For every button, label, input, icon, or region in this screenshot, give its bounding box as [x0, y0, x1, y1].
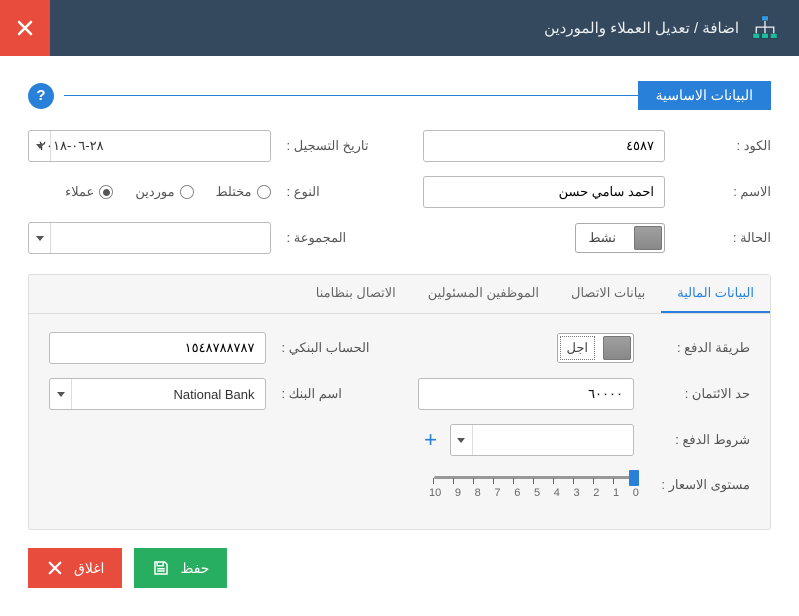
label-status: الحالة :: [681, 230, 771, 246]
name-input[interactable]: [423, 176, 666, 208]
label-name: الاسم :: [681, 184, 771, 200]
titlebar: اضافة / تعديل العملاء والموردين: [0, 0, 799, 56]
tab-contact[interactable]: بيانات الاتصال: [555, 275, 661, 313]
radio-suppliers[interactable]: موردين: [135, 184, 193, 200]
tab-staff[interactable]: الموظفين المسئولين: [412, 275, 555, 313]
section-badge: البيانات الاساسية: [638, 81, 771, 110]
tab-system[interactable]: الاتصال بنظامنا: [300, 275, 412, 313]
bank-account-input[interactable]: [49, 332, 266, 364]
slider-labels: 10 9 8 7 6 5 4 3 2 1 0: [429, 487, 639, 499]
group-combo[interactable]: [28, 222, 271, 254]
label-bank-name: اسم البنك :: [282, 386, 402, 402]
help-button[interactable]: ?: [28, 83, 54, 109]
slider-thumb[interactable]: [629, 470, 639, 486]
pay-method-text: اجل: [560, 336, 596, 360]
close-icon: [46, 559, 64, 577]
label-code: الكود :: [681, 138, 771, 154]
radio-mixed-label: مختلط: [216, 184, 252, 200]
radio-customers-label: عملاء: [65, 184, 94, 200]
chevron-down-icon: [29, 131, 51, 161]
save-button[interactable]: حفظ: [134, 548, 227, 588]
plus-icon: +: [424, 427, 437, 453]
label-pay-terms: شروط الدفع :: [650, 432, 750, 448]
toggle-knob: [603, 336, 631, 360]
label-type: النوع :: [287, 184, 407, 200]
label-price-level: مستوى الاسعار :: [650, 477, 750, 493]
radio-customers[interactable]: عملاء: [65, 184, 113, 200]
chevron-down-icon: [451, 425, 473, 455]
tab-financial[interactable]: البيانات المالية: [661, 275, 770, 313]
label-credit-limit: حد الائتمان :: [650, 386, 750, 402]
bank-name-value: National Bank: [50, 387, 265, 402]
save-icon: [152, 559, 170, 577]
bank-name-combo[interactable]: National Bank: [49, 378, 266, 410]
label-pay-method: طريقة الدفع :: [650, 340, 750, 356]
radio-suppliers-label: موردين: [135, 184, 174, 200]
hierarchy-icon: [751, 14, 779, 42]
tab-row: البيانات المالية بيانات الاتصال الموظفين…: [29, 275, 770, 314]
question-icon: ?: [36, 87, 45, 104]
window-title: اضافة / تعديل العملاء والموردين: [544, 19, 739, 37]
chevron-down-icon: [50, 379, 72, 409]
window-close-button[interactable]: [0, 0, 50, 56]
label-bank-account: الحساب البنكي :: [282, 340, 402, 356]
close-button-label: اغلاق: [74, 560, 104, 577]
close-button[interactable]: اغلاق: [28, 548, 122, 588]
pay-terms-combo[interactable]: [450, 424, 635, 456]
tabs-panel: البيانات المالية بيانات الاتصال الموظفين…: [28, 274, 771, 530]
reg-date-combo[interactable]: ٢٨-٠٦-٢٠١٨: [28, 130, 271, 162]
code-input[interactable]: [423, 130, 666, 162]
status-toggle-text: نشط: [578, 230, 626, 246]
label-group: المجموعة :: [287, 230, 407, 246]
status-toggle[interactable]: نشط: [575, 223, 665, 253]
label-reg-date: تاريخ التسجيل :: [287, 138, 407, 154]
save-button-label: حفظ: [180, 560, 209, 577]
chevron-down-icon: [29, 223, 51, 253]
pay-method-toggle[interactable]: اجل: [557, 333, 635, 363]
section-header: البيانات الاساسية ?: [28, 81, 771, 110]
radio-mixed[interactable]: مختلط: [216, 184, 271, 200]
price-level-slider[interactable]: 10 9 8 7 6 5 4 3 2 1 0: [418, 470, 635, 499]
type-radio-group: مختلط موردين عملاء: [28, 184, 271, 200]
toggle-knob: [634, 226, 662, 250]
close-icon: [16, 19, 34, 37]
divider: [64, 95, 638, 96]
reg-date-value: ٢٨-٠٦-٢٠١٨: [29, 138, 270, 154]
add-pay-term-button[interactable]: +: [418, 427, 444, 453]
credit-limit-input[interactable]: [418, 378, 635, 410]
